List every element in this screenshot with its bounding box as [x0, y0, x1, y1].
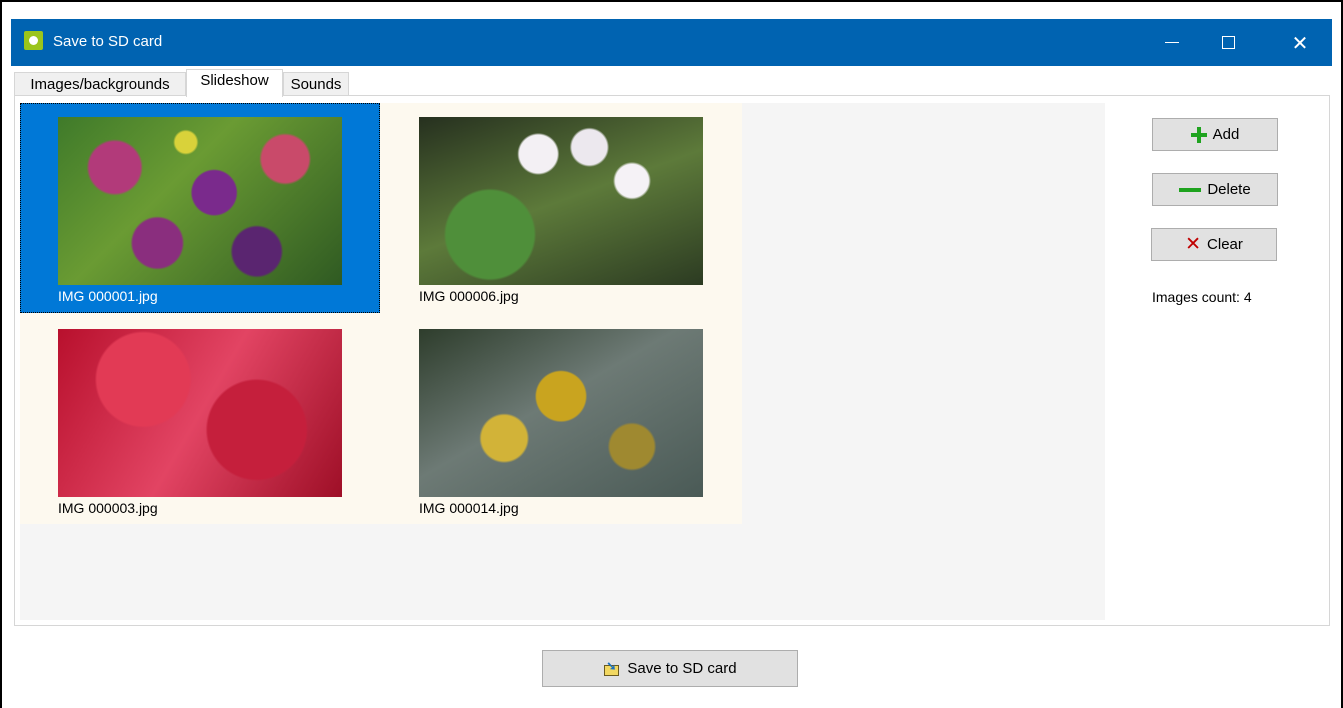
image-filename: IMG 000003.jpg	[58, 500, 158, 516]
close-icon: ✕	[1291, 30, 1309, 55]
yellow-leaves-photo	[419, 329, 703, 497]
frame-top-border	[0, 0, 1343, 2]
clear-x-icon: ✕	[1185, 233, 1202, 255]
clear-button[interactable]: ✕ Clear	[1151, 228, 1277, 261]
image-filename: IMG 000001.jpg	[58, 288, 158, 304]
window-title: Save to SD card	[53, 33, 163, 50]
save-to-sd-card-window: Save to SD card ✕ Images/backgrounds Sli…	[11, 19, 1332, 708]
clear-button-label: Clear	[1207, 236, 1243, 253]
minimize-button[interactable]	[1149, 19, 1195, 66]
tab-slideshow[interactable]: Slideshow	[186, 69, 283, 97]
delete-button-label: Delete	[1207, 181, 1251, 198]
maximize-button[interactable]	[1205, 19, 1251, 66]
slideshow-tab-page: IMG 000001.jpg IMG 000006.jpg IMG 000003…	[14, 95, 1330, 626]
image-item-selected[interactable]: IMG 000001.jpg	[20, 103, 380, 313]
image-filename: IMG 000006.jpg	[419, 288, 519, 304]
save-to-sd-card-button[interactable]: ➘ Save to SD card	[542, 650, 798, 687]
title-bar[interactable]: Save to SD card ✕	[11, 19, 1332, 66]
add-button-label: Add	[1212, 126, 1240, 143]
images-count: Images count: 4	[1152, 289, 1252, 305]
delete-button[interactable]: Delete	[1152, 173, 1278, 206]
maximize-icon	[1221, 36, 1235, 49]
add-button[interactable]: Add	[1152, 118, 1278, 151]
tab-sounds[interactable]: Sounds	[283, 72, 349, 95]
plus-icon	[1190, 126, 1207, 143]
save-button-label: Save to SD card	[627, 660, 737, 677]
autumn-leaves-purple-photo	[58, 117, 342, 285]
frame-left-border	[0, 0, 2, 708]
white-flowers-photo	[419, 117, 703, 285]
app-icon[interactable]	[24, 31, 43, 50]
image-item[interactable]: IMG 000006.jpg	[381, 103, 741, 313]
save-to-sd-icon: ➘	[603, 660, 621, 677]
minus-icon	[1179, 187, 1202, 192]
image-item[interactable]: IMG 000014.jpg	[381, 315, 741, 525]
image-filename: IMG 000014.jpg	[419, 500, 519, 516]
red-leaves-photo	[58, 329, 342, 497]
tab-images-backgrounds[interactable]: Images/backgrounds	[14, 72, 186, 95]
minimize-icon	[1165, 42, 1179, 43]
image-item[interactable]: IMG 000003.jpg	[20, 315, 380, 525]
image-list-view[interactable]: IMG 000001.jpg IMG 000006.jpg IMG 000003…	[20, 103, 1105, 620]
close-button[interactable]: ✕	[1277, 19, 1323, 66]
